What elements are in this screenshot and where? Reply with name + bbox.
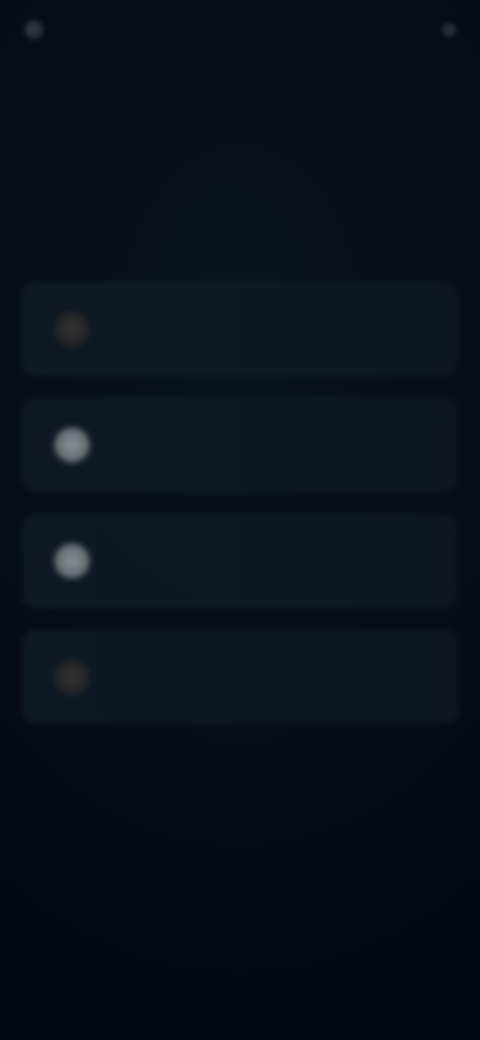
- option-item-2[interactable]: [22, 398, 458, 492]
- circle-icon: [54, 311, 90, 347]
- profile-icon: [442, 23, 456, 37]
- circle-icon: [54, 659, 90, 695]
- logo-icon: [24, 20, 44, 40]
- option-item-4[interactable]: [22, 630, 458, 724]
- top-right-action[interactable]: [436, 23, 456, 37]
- option-item-1[interactable]: [22, 282, 458, 376]
- circle-icon: [54, 543, 90, 579]
- page: [0, 0, 480, 1040]
- option-item-3[interactable]: [22, 514, 458, 608]
- brand[interactable]: [24, 20, 54, 40]
- circle-icon: [54, 427, 90, 463]
- options-list: [22, 282, 458, 724]
- top-bar: [24, 14, 456, 46]
